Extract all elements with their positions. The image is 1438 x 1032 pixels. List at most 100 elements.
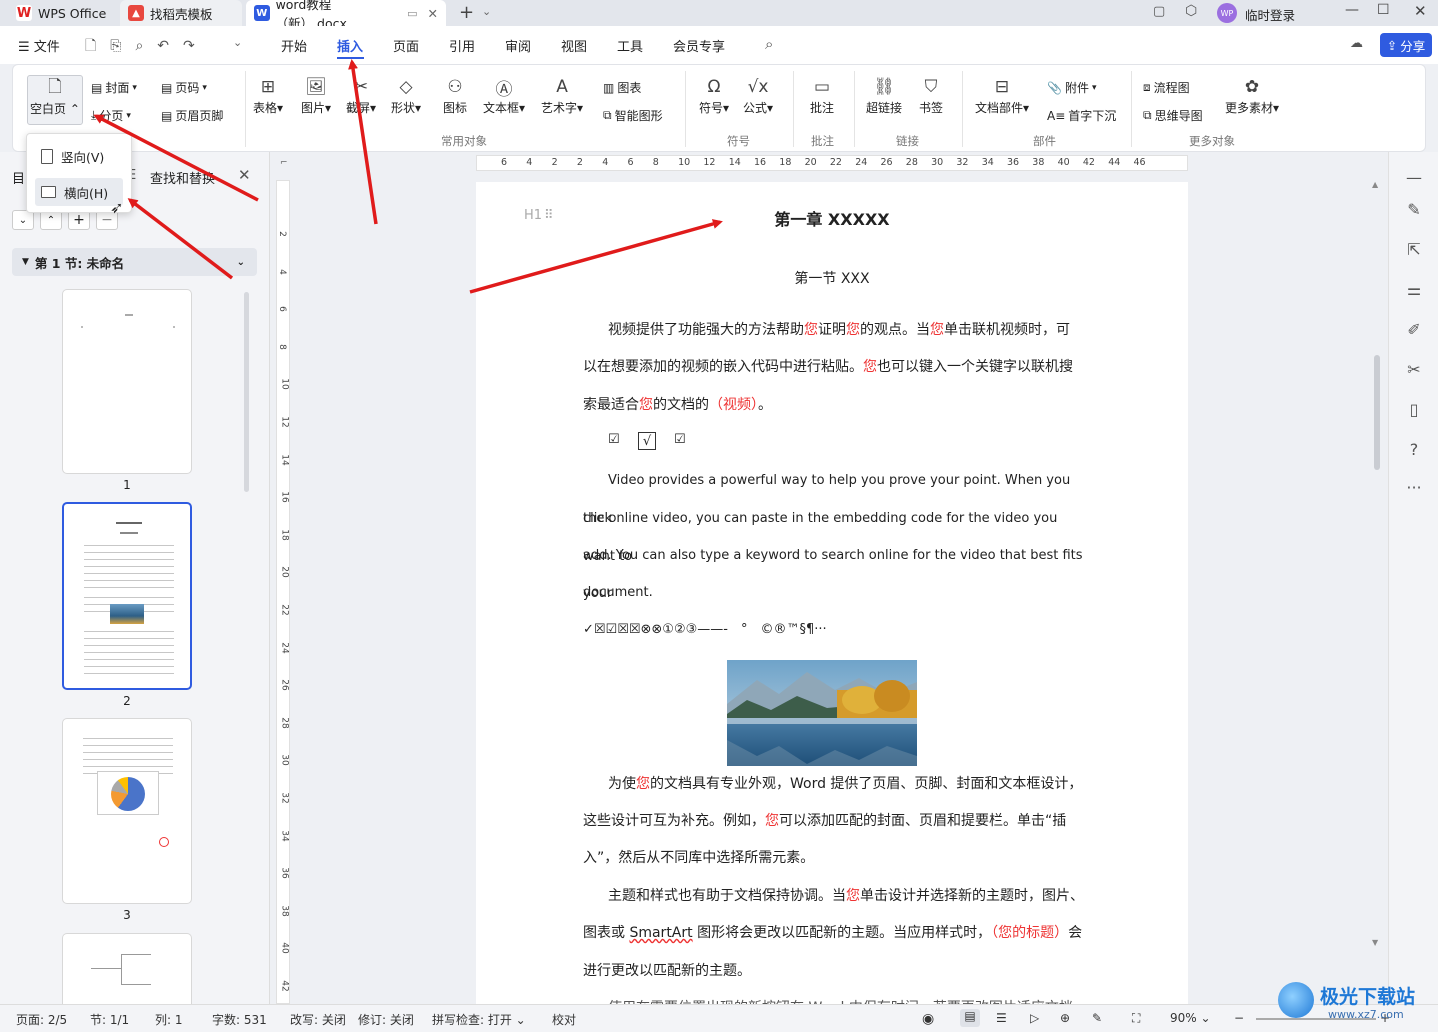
tab-find-replace[interactable]: 查找和替换 <box>150 168 215 187</box>
doc-parts-button[interactable]: ⊟ 文档部件▾ <box>975 75 1029 116</box>
status-words[interactable]: 字数: 531 <box>212 1011 267 1028</box>
cube-icon[interactable]: ⬡ <box>1185 3 1197 19</box>
expand-down-button[interactable]: ⌄ <box>12 210 34 230</box>
scroll-up-icon[interactable]: ▲ <box>1372 180 1378 189</box>
table-button[interactable]: ⊞ 表格▾ <box>253 75 283 116</box>
page-thumbnail-4[interactable] <box>62 933 192 1004</box>
portrait-option[interactable]: 竖向(V) <box>35 142 123 170</box>
page-number-button[interactable]: ▤ 页码 ▾ <box>161 79 207 96</box>
avatar[interactable]: WP <box>1217 3 1237 23</box>
blank-page-button[interactable]: 🗋 空白页 ⌃ <box>27 75 83 125</box>
minimize-button[interactable]: — <box>1345 2 1359 18</box>
page-thumbnail-1[interactable] <box>62 289 192 474</box>
wordart-button[interactable]: A 艺术字▾ <box>541 75 583 116</box>
more-icon[interactable]: ··· <box>1403 476 1425 498</box>
brush-icon[interactable]: ✐ <box>1403 318 1425 340</box>
flowchart-button[interactable]: ⧈ 流程图 <box>1143 79 1190 96</box>
menu-reference[interactable]: 引用 <box>449 36 475 55</box>
scroll-down-icon[interactable]: ▼ <box>1372 938 1378 947</box>
close-icon[interactable]: ✕ <box>428 6 438 21</box>
menu-member[interactable]: 会员专享 <box>673 36 725 55</box>
eye-icon[interactable]: ◉ <box>922 1011 934 1027</box>
vertical-ruler[interactable]: 2 4 6 8 10 12 14 16 18 20 22 24 26 28 30 32 34 36 38 40 42 <box>276 180 290 1004</box>
pen-icon[interactable]: ✎ <box>1403 198 1425 220</box>
help-icon[interactable]: ? <box>1403 438 1425 460</box>
smart-shape-button[interactable]: ⧉ 智能图形 <box>603 107 663 124</box>
status-column[interactable]: 列: 1 <box>155 1011 183 1028</box>
zoom-level[interactable]: 90% ⌄ <box>1170 1011 1211 1025</box>
picture-button[interactable]: 🖼 图片▾ <box>301 75 331 116</box>
add-section-button[interactable]: + <box>68 210 90 230</box>
more-material-button[interactable]: ✿ 更多素材▾ <box>1225 75 1279 116</box>
textbox-button[interactable]: Ⓐ 文本框▾ <box>483 75 525 116</box>
hyperlink-button[interactable]: ⛓ 超链接 <box>866 75 902 116</box>
tab-wps-office[interactable]: W WPS Office <box>8 0 114 26</box>
sliders-icon[interactable]: ⚌ <box>1403 278 1425 300</box>
pen-icon[interactable]: ✎ <box>1092 1011 1102 1025</box>
chart-button[interactable]: ▥ 图表 <box>603 79 641 96</box>
new-tab-button[interactable]: + <box>459 2 474 23</box>
menu-view[interactable]: 视图 <box>561 36 587 55</box>
status-spellcheck[interactable]: 拼写检查: 打开 ⌄ <box>432 1011 526 1028</box>
comment-button[interactable]: ▭ 批注 <box>810 75 834 116</box>
bookmark-button[interactable]: ⛉ 书签 <box>919 75 943 116</box>
document-page[interactable]: H1 ⠿ 第一章 XXXXX 第一节 XXX 视频提供了功能强大的方法帮助您证明… <box>476 182 1188 1004</box>
page-break-button[interactable]: ⤓ 分页 ▾ <box>91 107 131 124</box>
shape-button[interactable]: ◇ 形状▾ <box>391 75 421 116</box>
cover-button[interactable]: ▤ 封面 ▾ <box>91 79 137 96</box>
mindmap-button[interactable]: ⧉ 思维导图 <box>1143 107 1203 124</box>
landscape-image[interactable] <box>727 660 917 766</box>
section-header[interactable]: ▼ 第 1 节: 未命名 ⌄ <box>12 248 257 276</box>
collapse-up-button[interactable]: ⌃ <box>40 210 62 230</box>
pointer-icon[interactable]: ⇱ <box>1403 238 1425 260</box>
maximize-button[interactable]: ☐ <box>1377 2 1390 18</box>
checkbox-tick[interactable]: √ <box>638 432 656 450</box>
screenshot-button[interactable]: ✂ 截屏▾ <box>346 75 376 116</box>
scrollbar-thumb[interactable] <box>1374 355 1380 470</box>
quick-access-toolbar[interactable]: 🗋⎘⌕↶↷ <box>85 35 209 59</box>
header-footer-button[interactable]: ▤ 页眉页脚 <box>161 107 223 124</box>
menu-page[interactable]: 页面 <box>393 36 419 55</box>
status-section[interactable]: 节: 1/1 <box>90 1011 129 1028</box>
attachment-button[interactable]: 📎 附件 ▾ <box>1047 79 1097 96</box>
chevron-down-icon[interactable]: ⌄ <box>233 36 242 49</box>
horizontal-ruler[interactable]: 6 4 2 2 4 6 8 10 12 14 16 18 20 22 24 26 28 30 32 34 36 38 40 4… <box>476 155 1188 171</box>
formula-button[interactable]: √x 公式▾ <box>743 75 773 116</box>
checkbox-checked[interactable]: ☑ <box>608 432 620 447</box>
panel-scrollbar[interactable] <box>244 292 249 492</box>
status-overtype[interactable]: 改写: 关闭 <box>290 1011 346 1028</box>
icon-button[interactable]: ⚇ 图标 <box>443 75 467 116</box>
menu-start[interactable]: 开始 <box>281 36 307 55</box>
symbol-button[interactable]: Ω 符号▾ <box>699 75 729 116</box>
tab-document[interactable]: W word教程（新）.docx ▭ ✕ <box>246 0 446 31</box>
fit-width-icon[interactable]: ⛶ <box>1132 1011 1140 1026</box>
zoom-out-icon[interactable]: − <box>1234 1011 1244 1025</box>
drop-cap-button[interactable]: A≡ 首字下沉 <box>1047 107 1116 124</box>
chevron-down-icon[interactable]: ⌄ <box>482 5 491 18</box>
window-close-button[interactable]: ✕ <box>1414 2 1427 20</box>
search-icon[interactable]: ⌕ <box>765 35 773 53</box>
tab-daoke[interactable]: ▲ 找稻壳模板 <box>120 0 242 26</box>
web-view-icon[interactable]: ⊕ <box>1060 1011 1070 1025</box>
status-proof[interactable]: 校对 <box>552 1011 576 1028</box>
menu-insert[interactable]: 插入 <box>337 36 363 55</box>
menu-tools[interactable]: 工具 <box>617 36 643 55</box>
file-menu[interactable]: ☰ 文件 <box>18 36 60 55</box>
share-button[interactable]: ⇪ 分享 <box>1380 33 1432 57</box>
status-revision[interactable]: 修订: 关闭 <box>358 1011 414 1028</box>
menu-review[interactable]: 审阅 <box>505 36 531 55</box>
book-icon[interactable]: ▯ <box>1403 398 1425 420</box>
cloud-icon[interactable]: ☁ <box>1350 36 1363 51</box>
page-view-icon[interactable]: ▤ <box>960 1009 980 1027</box>
tools-icon[interactable]: ✂ <box>1403 358 1425 380</box>
tab-outline[interactable]: 目 <box>12 168 25 187</box>
layout-icon[interactable]: ▢ <box>1153 4 1165 19</box>
user-login[interactable]: 临时登录 <box>1245 5 1295 24</box>
document-scrollbar[interactable]: ▲ ▼ <box>1372 180 1382 980</box>
page-thumbnail-2[interactable] <box>62 502 192 690</box>
collapse-icon[interactable]: — <box>1403 166 1425 188</box>
checkbox-checked[interactable]: ☑ <box>674 432 686 447</box>
close-icon[interactable]: ✕ <box>238 166 251 184</box>
play-icon[interactable]: ▷ <box>1030 1011 1039 1025</box>
page-thumbnail-3[interactable] <box>62 718 192 904</box>
